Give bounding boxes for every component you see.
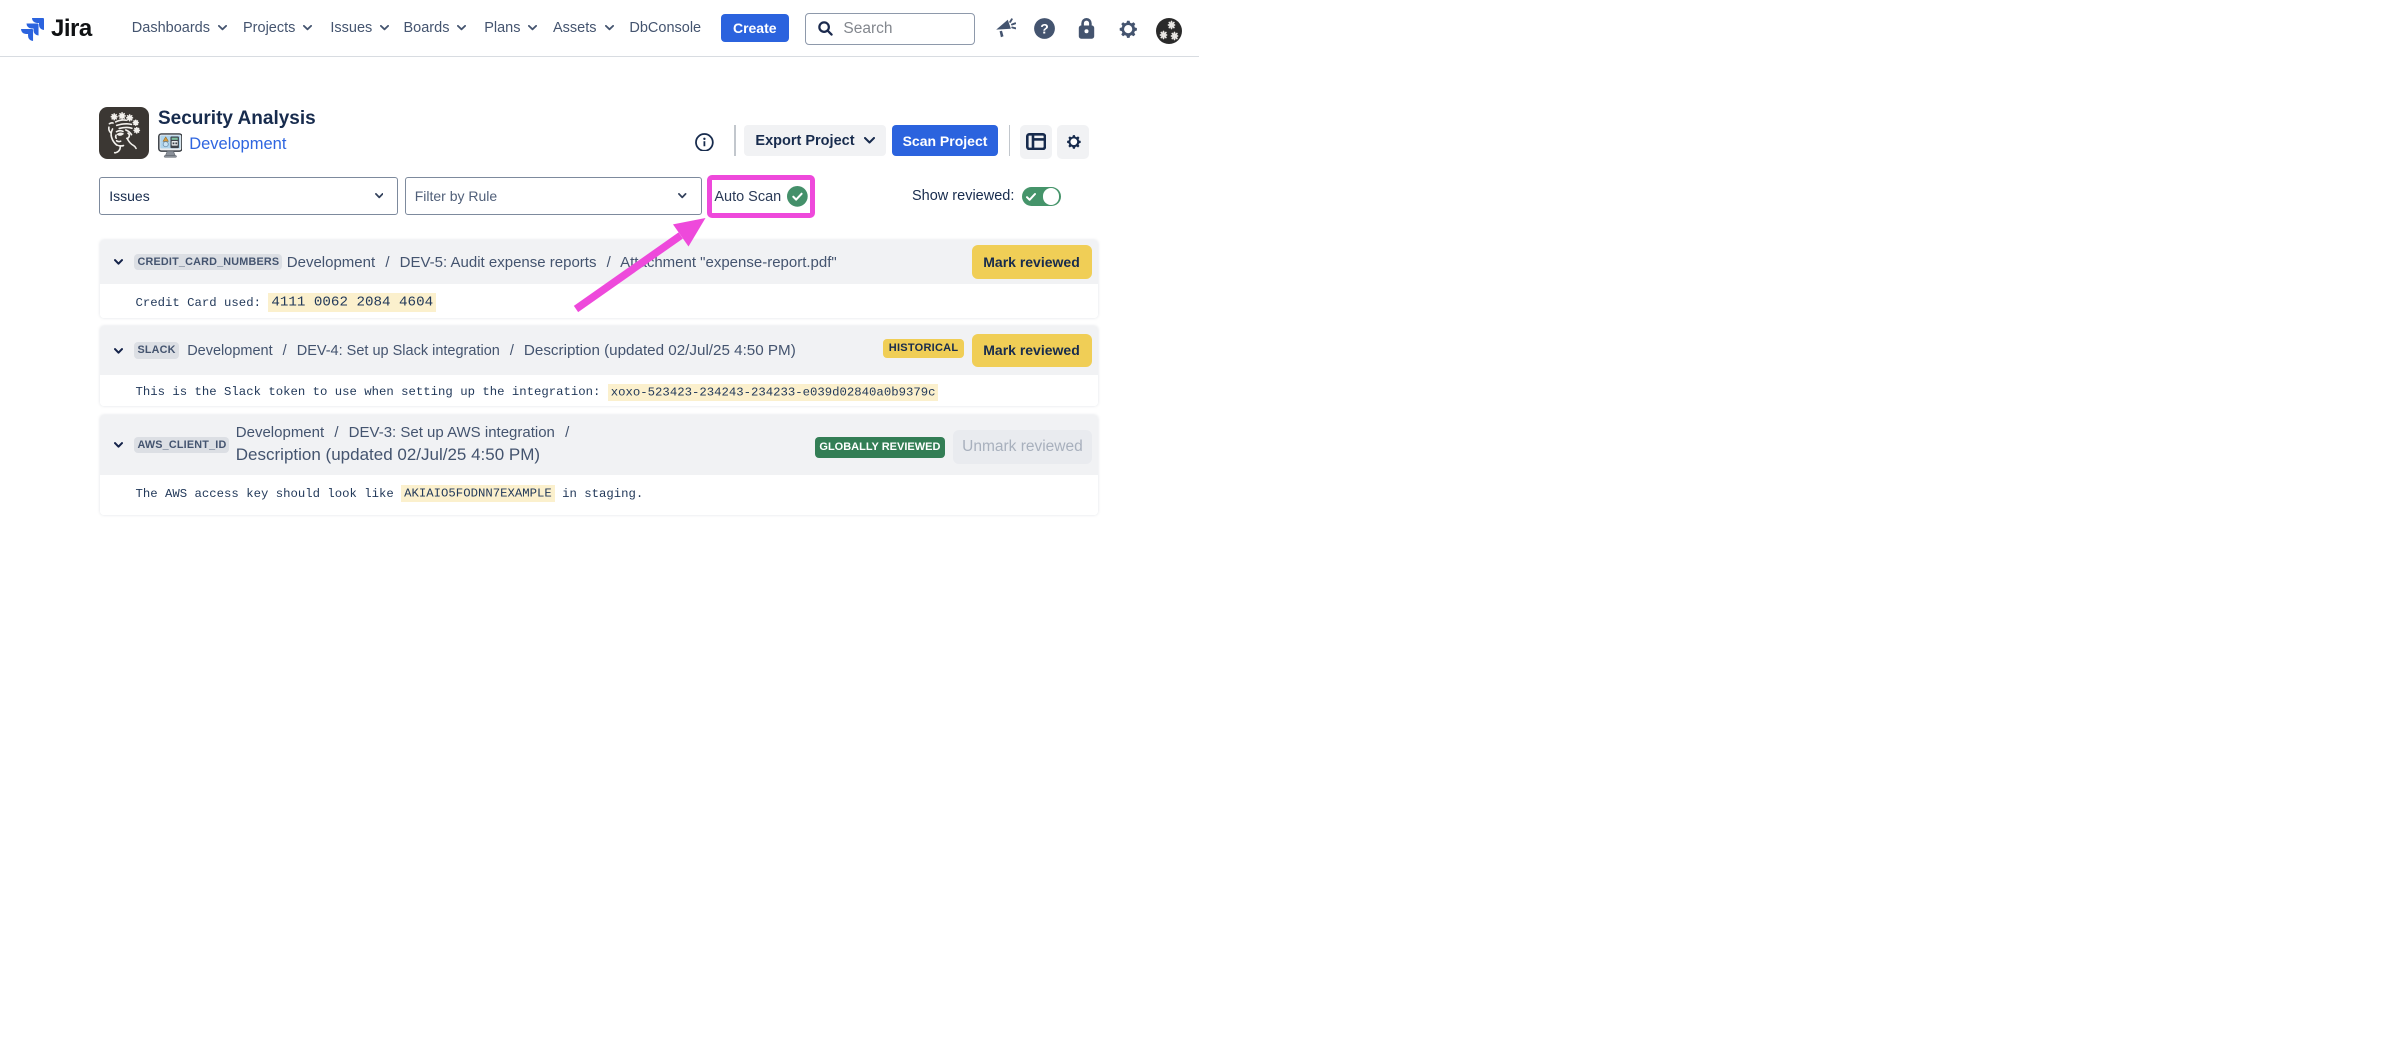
svg-text:?: ? [1041, 20, 1050, 36]
